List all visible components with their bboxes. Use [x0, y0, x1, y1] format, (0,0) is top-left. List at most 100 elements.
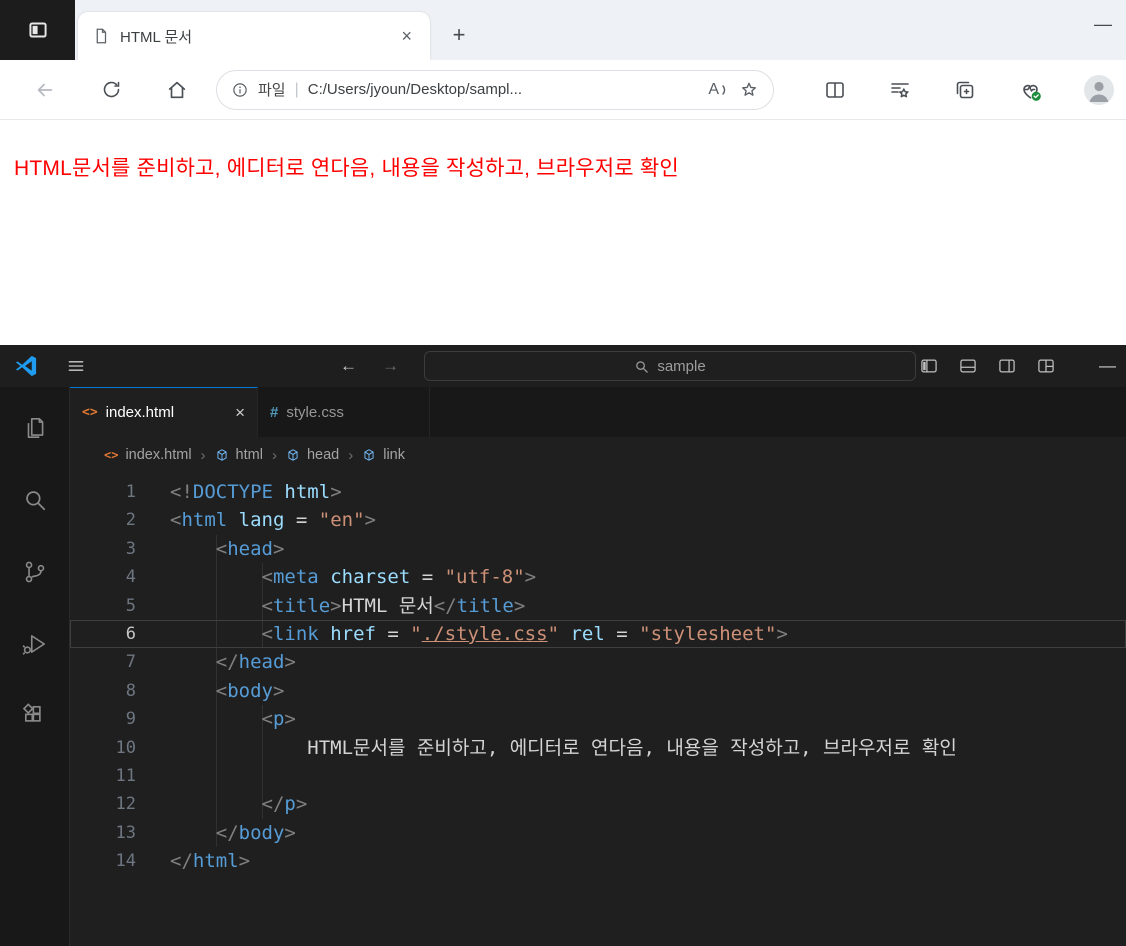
tab-style-css[interactable]: # style.css [258, 387, 430, 437]
navigate-forward-button[interactable]: → [382, 345, 399, 387]
toolbar-right-icons [823, 60, 1114, 120]
chevron-right-icon: › [200, 446, 206, 464]
code-line[interactable]: 1 <!DOCTYPE html> [70, 478, 1126, 506]
source-control-icon[interactable] [22, 559, 48, 585]
search-sidebar-icon[interactable] [22, 487, 48, 513]
code-text: <meta charset = "utf-8"> [261, 566, 537, 589]
app-window-icon [28, 22, 47, 38]
code-line[interactable]: 7 </head> [70, 648, 1126, 676]
extensions-icon[interactable] [22, 703, 48, 729]
line-number: 11 [115, 765, 136, 786]
menu-hamburger-icon[interactable] [66, 356, 86, 381]
tab-close-icon[interactable]: × [235, 403, 245, 423]
line-number: 14 [115, 851, 136, 872]
code-text: </body> [215, 821, 296, 844]
line-number: 4 [125, 567, 136, 588]
vscode-minimize-button[interactable]: — [1099, 356, 1116, 376]
vscode-window: ← → sample — <> index.html × # style.css… [0, 345, 1126, 946]
html-file-icon: <> [82, 405, 98, 420]
line-number: 8 [125, 680, 136, 701]
search-icon [636, 360, 649, 373]
profile-avatar[interactable] [1084, 75, 1114, 105]
html-file-icon: <> [104, 448, 119, 462]
address-divider: | [294, 80, 299, 98]
site-info-icon[interactable] [231, 81, 249, 99]
read-aloud-wave-icon [722, 84, 726, 95]
breadcrumb-item-head[interactable]: head [307, 447, 339, 463]
refresh-button[interactable] [98, 77, 124, 103]
code-line[interactable]: 6 <link href = "./style.css" rel = "styl… [70, 620, 1126, 648]
customize-layout-icon[interactable] [1036, 356, 1056, 376]
symbol-cube-icon [364, 449, 374, 461]
code-line[interactable]: 12 </p> [70, 790, 1126, 818]
screen: HTML 문서 × + — 파일 | C:/Users/jyoun/Deskto… [0, 0, 1126, 946]
code-line[interactable]: 11 [70, 762, 1126, 790]
breadcrumb-item-file[interactable]: index.html [125, 447, 191, 463]
code-line[interactable]: 8 <body> [70, 677, 1126, 705]
code-line[interactable]: 5 <title>HTML 문서</title> [70, 592, 1126, 620]
code-text: <head> [215, 537, 285, 560]
code-text: <body> [215, 679, 285, 702]
run-debug-icon[interactable] [22, 631, 48, 657]
toggle-secondary-sidebar-icon[interactable] [997, 356, 1017, 376]
tab-close-icon[interactable]: × [397, 26, 416, 47]
browser-minimize-button[interactable]: — [1094, 14, 1112, 35]
address-bar[interactable]: 파일 | C:/Users/jyoun/Desktop/sampl... A [216, 69, 774, 110]
home-button[interactable] [164, 77, 190, 103]
code-text: <link href = "./style.css" rel = "styles… [261, 622, 788, 645]
toggle-panel-icon[interactable] [958, 356, 978, 376]
browser-page: HTML문서를 준비하고, 에디터로 연다음, 내용을 작성하고, 브라우저로 … [0, 120, 1126, 345]
breadcrumb: <> index.html › html › head › link [70, 437, 1126, 473]
code-text: HTML문서를 준비하고, 에디터로 연다음, 내용을 작성하고, 브라우저로 … [170, 736, 957, 759]
breadcrumb-item-html[interactable]: html [236, 447, 263, 463]
chevron-right-icon: › [348, 446, 354, 464]
browser-essentials-icon[interactable] [1018, 78, 1043, 103]
collections-icon[interactable] [953, 78, 977, 102]
browser-tab[interactable]: HTML 문서 × [78, 12, 430, 60]
breadcrumb-item-link[interactable]: link [383, 447, 405, 463]
line-number: 1 [125, 482, 136, 502]
code-line[interactable]: 2 <html lang = "en"> [70, 506, 1126, 534]
address-url[interactable]: C:/Users/jyoun/Desktop/sampl... [308, 81, 700, 98]
symbol-cube-icon [216, 449, 227, 461]
line-number: 2 [125, 510, 136, 531]
vscode-logo-icon [14, 354, 38, 383]
back-button[interactable] [32, 77, 58, 103]
window-icon[interactable] [0, 0, 75, 60]
command-center-search[interactable]: sample [424, 351, 916, 381]
chevron-right-icon: › [271, 446, 277, 464]
code-text: <!DOCTYPE html> [170, 481, 342, 503]
code-line[interactable]: 4 <meta charset = "utf-8"> [70, 563, 1126, 591]
code-editor[interactable]: 1 <!DOCTYPE html> 2 <html lang = "en"> 3 <he… [70, 473, 1126, 946]
activity-bar [0, 387, 70, 946]
favorite-star-icon[interactable] [739, 80, 759, 100]
page-icon [96, 28, 107, 44]
split-screen-icon[interactable] [823, 78, 847, 102]
code-text: <title>HTML 문서</title> [261, 594, 526, 617]
code-text: <p> [261, 708, 296, 731]
code-line[interactable]: 13 </body> [70, 819, 1126, 847]
tab-label: index.html [105, 404, 175, 421]
line-number: 5 [125, 595, 136, 616]
code-line[interactable]: 10 HTML문서를 준비하고, 에디터로 연다음, 내용을 작성하고, 브라우… [70, 734, 1126, 762]
code-line[interactable]: 14 </html> [70, 847, 1126, 875]
toggle-primary-sidebar-icon[interactable] [919, 356, 939, 376]
titlebar-layout-controls: — [919, 345, 1126, 387]
navigate-back-button[interactable]: ← [340, 345, 357, 387]
line-number: 10 [115, 737, 136, 758]
search-text: sample [657, 357, 706, 375]
edge-toolbar: 파일 | C:/Users/jyoun/Desktop/sampl... A [0, 60, 1126, 120]
code-lines: 1 <!DOCTYPE html> 2 <html lang = "en"> 3 <he… [70, 478, 1126, 875]
code-line[interactable]: 3 <head> [70, 535, 1126, 563]
vscode-titlebar: ← → sample — [0, 345, 1126, 387]
symbol-cube-icon [288, 449, 298, 461]
read-aloud-button[interactable]: A [708, 81, 730, 99]
new-tab-button[interactable]: + [444, 20, 474, 50]
code-line[interactable]: 9 <p> [70, 705, 1126, 733]
favorites-hub-icon[interactable] [888, 78, 912, 102]
tab-index-html[interactable]: <> index.html × [70, 387, 258, 437]
read-aloud-letter: A [708, 80, 719, 98]
line-number: 12 [115, 794, 136, 815]
profile-person-icon [1089, 81, 1109, 102]
explorer-files-icon[interactable] [22, 415, 48, 441]
